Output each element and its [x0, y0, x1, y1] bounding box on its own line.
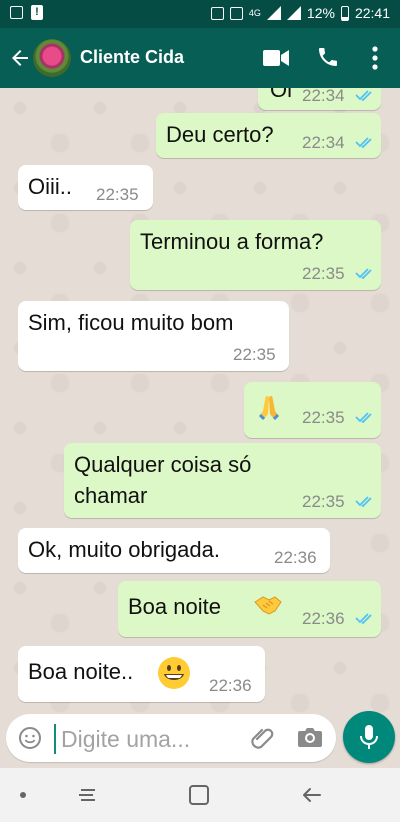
- message-time: 22:35: [302, 408, 345, 427]
- home-icon[interactable]: [188, 783, 210, 807]
- more-options-icon[interactable]: [368, 45, 382, 71]
- message-time: 22:35: [302, 264, 345, 283]
- signal-icon: [266, 6, 281, 20]
- gallery-notification-icon: [10, 6, 23, 19]
- read-receipt-icon: [355, 268, 372, 279]
- message-bubble-outgoing[interactable]: Oi 22:34: [258, 88, 381, 110]
- video-call-icon[interactable]: [263, 48, 289, 68]
- message-text: Deu certo?: [166, 122, 274, 147]
- message-time: 22:35: [233, 345, 276, 364]
- message-time: 22:35: [96, 185, 139, 204]
- battery-icon: [340, 5, 349, 21]
- read-receipt-icon: [355, 137, 372, 148]
- read-receipt-icon: [355, 613, 372, 624]
- composer-bar: [0, 711, 400, 768]
- back-arrow-icon[interactable]: [8, 44, 32, 72]
- contact-name[interactable]: Cliente Cida: [80, 47, 184, 68]
- handshake-emoji: [254, 596, 282, 615]
- message-text: Oi: [270, 88, 292, 102]
- message-time: 22:34: [302, 88, 345, 105]
- network-type: 4G: [248, 7, 261, 18]
- nfc-icon: [210, 6, 224, 20]
- clock: 22:41: [354, 5, 390, 21]
- message-text: Oiii..: [28, 174, 72, 199]
- message-bubble-incoming[interactable]: Boa noite.. 22:36: [18, 646, 265, 702]
- message-time: 22:36: [274, 548, 317, 567]
- voice-message-button[interactable]: [343, 711, 395, 763]
- message-text: Terminou a forma?: [140, 229, 324, 254]
- message-bubble-outgoing[interactable]: Deu certo? 22:34: [156, 113, 381, 158]
- message-text-line1: Qualquer coisa só: [74, 452, 252, 477]
- message-text: Ok, muito obrigada.: [28, 537, 220, 562]
- folded-hands-emoji: [258, 396, 280, 421]
- nav-indicator-dot: [20, 792, 26, 798]
- signal-2-icon: [286, 6, 301, 20]
- battery-percent: 12%: [306, 5, 335, 21]
- message-time: 22:36: [209, 676, 252, 695]
- message-input-box[interactable]: [6, 714, 336, 762]
- voice-call-icon[interactable]: [316, 45, 340, 69]
- back-icon[interactable]: [300, 783, 324, 807]
- grinning-face-emoji: [158, 657, 190, 689]
- chat-area[interactable]: Oi 22:34 Deu certo? 22:34 Oiii.. 22:35 T…: [0, 88, 400, 714]
- system-nav-bar: [0, 768, 400, 822]
- message-time: 22:35: [302, 492, 345, 511]
- message-bubble-outgoing[interactable]: Terminou a forma? 22:35: [130, 220, 381, 290]
- attachment-icon[interactable]: [249, 725, 275, 751]
- message-bubble-outgoing[interactable]: Qualquer coisa só chamar 22:35: [64, 443, 381, 518]
- microphone-icon: [360, 725, 378, 749]
- message-text: Boa noite..: [28, 659, 134, 684]
- read-receipt-icon: [355, 90, 372, 101]
- message-input[interactable]: [59, 721, 243, 757]
- read-receipt-icon: [355, 496, 372, 507]
- message-text: Sim, ficou muito bom: [28, 310, 234, 335]
- recent-apps-icon[interactable]: [76, 784, 100, 806]
- sim-icon: [229, 6, 243, 20]
- status-bar: ! 4G 12% 22:41: [0, 0, 400, 28]
- alert-notification-icon: !: [31, 5, 43, 20]
- message-bubble-outgoing[interactable]: Boa noite 22:36: [118, 581, 381, 637]
- chat-header: Cliente Cida: [0, 28, 400, 88]
- message-time: 22:34: [302, 133, 345, 152]
- message-bubble-outgoing[interactable]: 22:35: [244, 382, 381, 438]
- read-receipt-icon: [355, 412, 372, 423]
- text-cursor: [54, 724, 56, 754]
- camera-icon[interactable]: [297, 725, 323, 749]
- message-bubble-incoming[interactable]: Oiii.. 22:35: [18, 165, 153, 210]
- message-text: Boa noite: [128, 594, 221, 619]
- contact-avatar[interactable]: [33, 39, 71, 77]
- message-bubble-incoming[interactable]: Ok, muito obrigada. 22:36: [18, 528, 330, 573]
- message-bubble-incoming[interactable]: Sim, ficou muito bom 22:35: [18, 301, 289, 371]
- emoji-picker-icon[interactable]: [18, 726, 42, 750]
- message-text-line2: chamar: [74, 483, 148, 508]
- message-time: 22:36: [302, 609, 345, 628]
